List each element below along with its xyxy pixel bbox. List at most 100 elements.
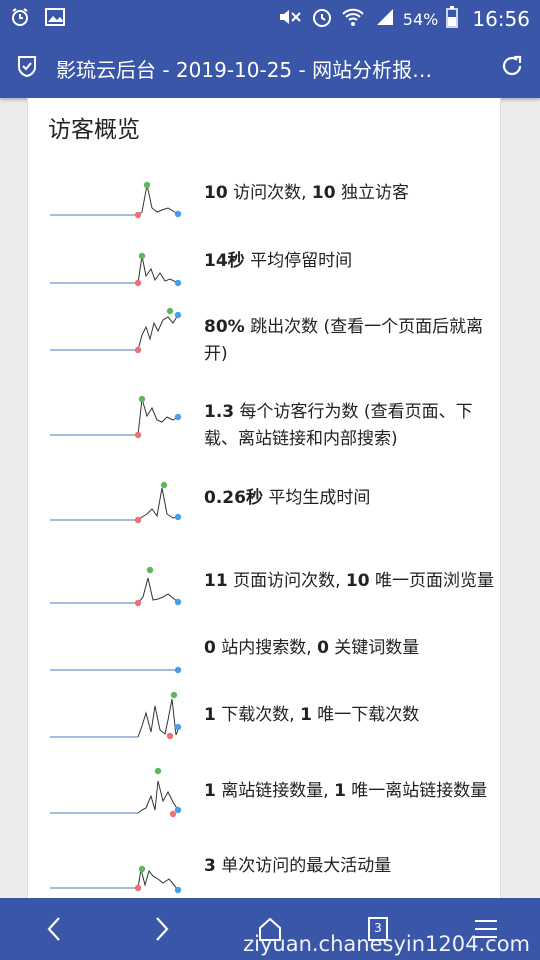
sparkline-last-dot [174,279,182,287]
metric-value: 1.3 [204,402,235,422]
metric-label: 站内搜索数, [215,638,318,658]
metric-label: 访问次数, [227,183,312,203]
sparkline-series [137,780,179,814]
metric-label: 每个访客行为数 (查看页面、下载、离站链接和内部搜索) [204,402,473,449]
image-icon [44,7,66,31]
metric-value: 1 [204,781,216,801]
sparkline-chart [50,181,182,219]
sparkline-last-dot [174,723,182,731]
metric-value: 80% [204,317,245,337]
sparkline-chart [50,395,182,439]
sparkline-chart [50,481,182,524]
mute-icon [277,7,303,31]
metric-text: 11 页面访问次数, 10 唯一页面浏览量 [204,568,494,595]
sparkline-chart [50,691,182,740]
sparkline-max-dot [143,181,151,189]
sparkline-chart [50,252,182,287]
signal-icon [373,7,395,31]
metric-value: 10 [204,183,228,203]
metric-value: 0.26秒 [204,488,263,508]
battery-percent: 54% [402,9,439,29]
metric-label-secondary: 关键词数量 [328,638,420,658]
metric-text: 3 单次访问的最大活动量 [204,853,494,880]
metric-label: 下载次数, [215,705,301,725]
chevron-left-icon [47,917,60,941]
sparkline-series [137,487,179,521]
visitor-overview-card: 访客概览 10 访问次数, 10 独立访客 14秒 平均停留时间 80% 跳出次数 … [27,98,501,898]
sparkline-min-dot [134,211,142,219]
sparkline-chart [50,767,182,818]
page-title: 影琉云后台 - 2019-10-25 - 网站分析报… [56,57,433,82]
metric-label-secondary: 唯一页面浏览量 [369,571,494,591]
metric-value-secondary: 1 [300,705,312,725]
sparkline-last-dot [174,598,182,606]
sparkline-last-dot [174,886,182,894]
shield-check-icon[interactable] [16,54,38,82]
sparkline-chart [50,865,182,894]
sparkline-max-dot [146,566,154,574]
sparkline-series [137,184,179,216]
wifi-icon [341,7,365,31]
sparkline-min-dot [166,732,174,740]
forward-button[interactable] [132,904,192,954]
sparkline-last-dot [174,311,182,319]
metric-text: 80% 跳出次数 (查看一个页面后就离开) [204,314,494,368]
sparkline-last-dot [174,513,182,521]
sparkline-max-dot [138,395,146,403]
sparkline-max-dot [160,481,168,489]
sparkline-series [137,868,179,891]
report-content[interactable]: 访客概览 10 访问次数, 10 独立访客 14秒 平均停留时间 80% 跳出次数 … [0,98,540,898]
sparkline-series [137,698,179,738]
metric-text: 0.26秒 平均生成时间 [204,485,494,512]
metric-value: 14秒 [204,251,245,271]
metric-value: 3 [204,856,216,876]
metric-text: 1 离站链接数量, 1 唯一离站链接数量 [204,778,494,805]
metric-label: 跳出次数 (查看一个页面后就离开) [204,317,484,364]
back-button[interactable] [24,904,84,954]
metric-value-secondary: 0 [317,638,329,658]
metric-value-secondary: 1 [334,781,346,801]
sparkline-min-dot [169,810,177,818]
sparkline-max-dot [138,865,146,873]
card-title: 访客概览 [48,117,140,143]
sparkline-min-dot [134,431,142,439]
chevron-right-icon [156,917,169,941]
metric-label: 单次访问的最大活动量 [215,856,392,876]
sparkline-last-dot [174,806,182,814]
metric-label: 平均停留时间 [244,251,353,271]
sparkline-min-dot [134,346,142,354]
sparkline-last-dot [174,413,182,421]
sparkline-series [137,577,179,604]
metric-text: 1 下载次数, 1 唯一下载次数 [204,702,494,729]
battery-icon [446,6,459,32]
bottom-nav: 3 ziyuan.chanesyin1204.com [0,898,540,960]
metric-value: 11 [204,571,228,591]
sparkline-series [137,255,179,284]
sparkline-min-dot [134,279,142,287]
metric-value: 1 [204,705,216,725]
metric-value: 0 [204,638,216,658]
metric-text: 0 站内搜索数, 0 关键词数量 [204,635,494,662]
metric-value-secondary: 10 [345,571,370,591]
sparkline-min-dot [134,599,142,607]
sparkline-min-dot [134,884,142,892]
sparkline-max-dot [170,691,178,699]
metric-value-secondary: 10 [311,183,336,203]
sparkline-chart [50,307,182,354]
metric-label-secondary: 唯一下载次数 [311,705,420,725]
sparkline-last-dot [174,210,182,218]
sparkline-min-dot [134,516,142,524]
alarm-icon [10,7,30,31]
alarm-clock-icon [311,6,333,32]
metric-label: 离站链接数量, [215,781,335,801]
sparkline-series [137,398,179,436]
metric-label: 平均生成时间 [262,488,371,508]
metric-text: 14秒 平均停留时间 [204,248,494,275]
status-time: 16:56 [472,7,530,31]
sparkline-max-dot [138,252,146,260]
refresh-icon[interactable] [500,54,524,82]
status-bar: 54% 16:56 [0,0,540,38]
metric-text: 1.3 每个访客行为数 (查看页面、下载、离站链接和内部搜索) [204,399,494,453]
sparkline-last-dot [174,666,182,674]
metric-label: 页面访问次数, [227,571,346,591]
